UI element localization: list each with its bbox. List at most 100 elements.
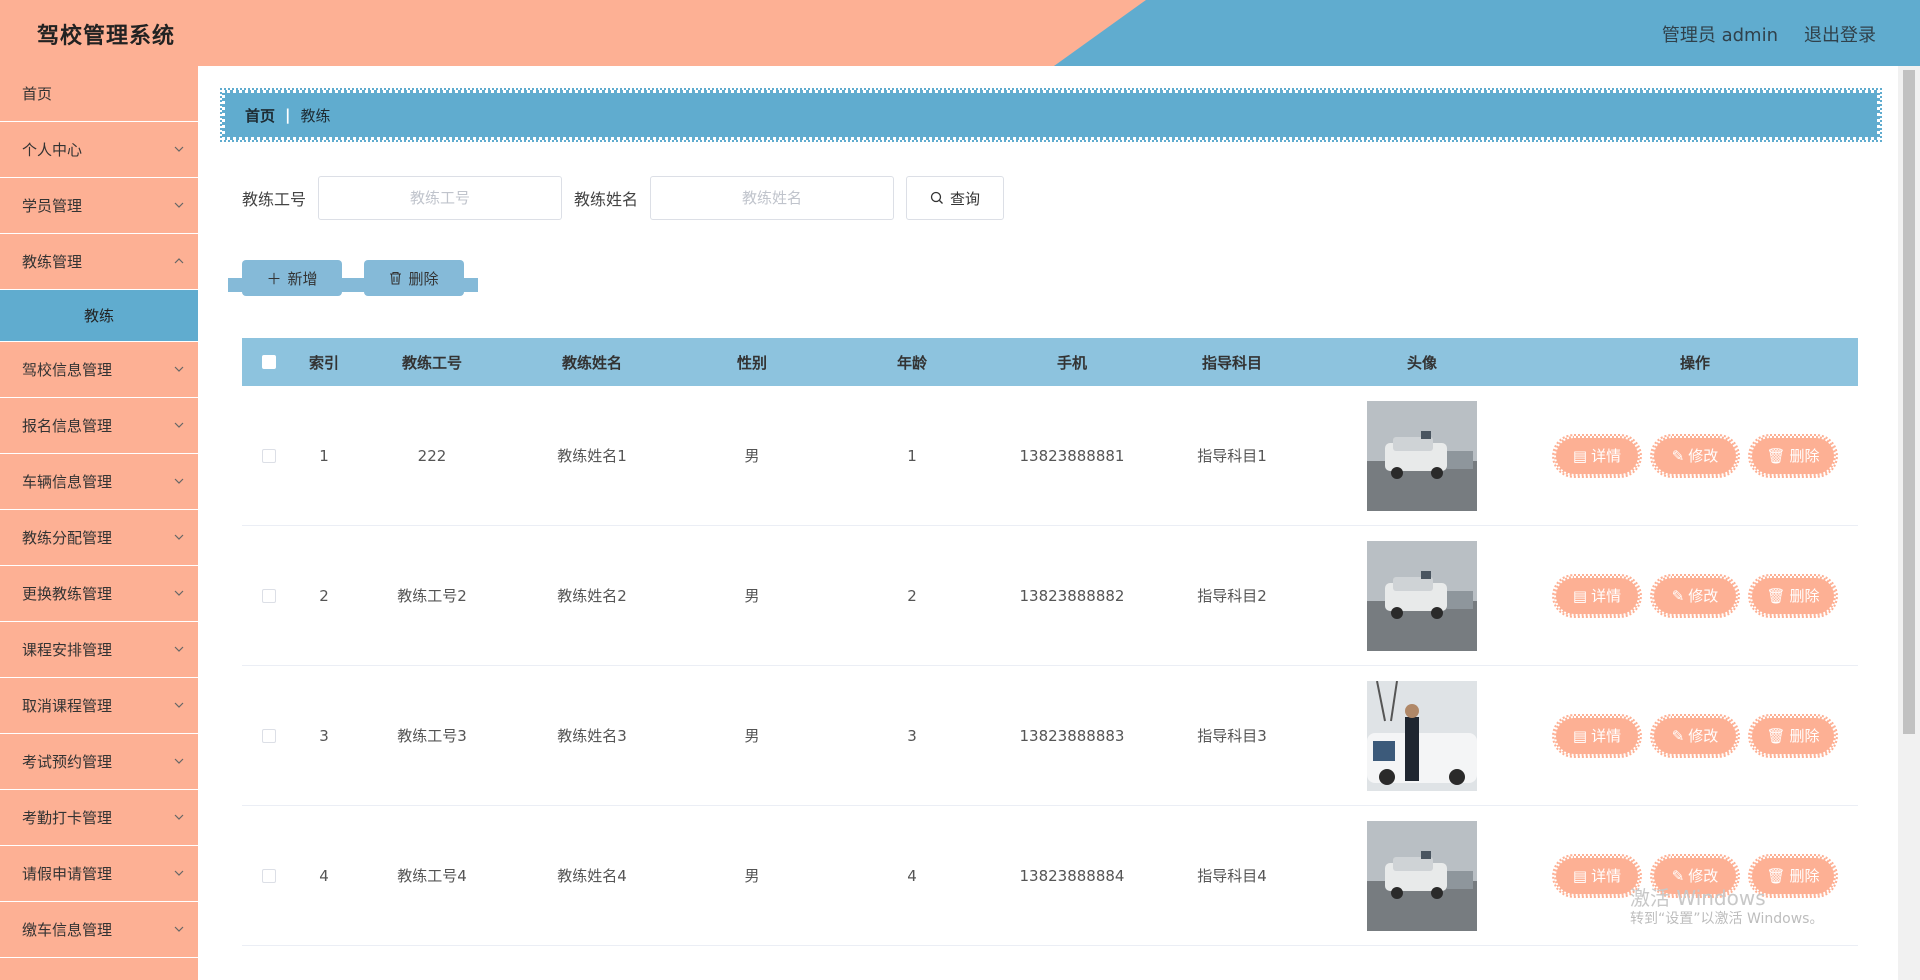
batch-delete-button[interactable]: 删除: [350, 260, 478, 296]
cell-name: 教练姓名3: [557, 727, 627, 745]
breadcrumb-home[interactable]: 首页: [245, 105, 275, 126]
chevron-down-icon: [174, 702, 184, 708]
header-sex: 性别: [736, 353, 767, 372]
coach-no-input[interactable]: [318, 176, 563, 220]
chevron-down-icon: [174, 926, 184, 932]
cell-phone: 13823888881: [1019, 446, 1125, 465]
row-checkbox[interactable]: [262, 448, 276, 463]
coach-table: 索引 教练工号 教练姓名 性别 年龄 手机 指导科目 头像 操作 1 222 教…: [242, 338, 1858, 946]
detail-button[interactable]: ▤ 详情: [1552, 433, 1642, 478]
document-icon: ▤: [1572, 446, 1588, 465]
car-photo[interactable]: [1367, 400, 1477, 511]
chevron-down-icon: [174, 870, 184, 876]
trash-icon: 🗑: [1766, 726, 1786, 745]
edit-button[interactable]: ✎ 修改: [1650, 713, 1740, 758]
document-icon: ▤: [1572, 726, 1588, 745]
delete-button[interactable]: 🗑 删除: [1748, 573, 1838, 618]
sidebar-item-course-schedule[interactable]: 课程安排管理: [0, 622, 198, 678]
sidebar-item-label: 更换教练管理: [22, 585, 113, 603]
chevron-down-icon: [174, 590, 184, 596]
header-user-area: 管理员 admin 退出登录: [1662, 21, 1876, 47]
detail-button-label: 详情: [1591, 587, 1622, 605]
coach-name-input[interactable]: [650, 176, 895, 220]
windows-activation-title: 激活 Windows: [1630, 886, 1766, 910]
chevron-down-icon: [174, 646, 184, 652]
sidebar-item-course-cancel[interactable]: 取消课程管理: [0, 678, 198, 734]
sidebar-item-label: 教练管理: [22, 253, 83, 271]
sidebar-item-school-info[interactable]: 驾校信息管理: [0, 342, 198, 398]
cell-avatar: [1312, 680, 1532, 791]
sidebar-item-coaches[interactable]: 教练管理: [0, 234, 198, 290]
scrollbar-thumb[interactable]: [1903, 70, 1915, 734]
row-checkbox[interactable]: [262, 588, 276, 603]
breadcrumb-separator: |: [285, 106, 291, 124]
cell-subject: 指导科目3: [1197, 727, 1267, 745]
cell-age: 3: [907, 726, 917, 745]
sidebar-item-label: 首页: [22, 85, 53, 103]
logout-link[interactable]: 退出登录: [1804, 21, 1876, 47]
header-subject: 指导科目: [1201, 353, 1262, 372]
delete-button-label: 删除: [1789, 587, 1820, 605]
car-photo[interactable]: [1367, 540, 1477, 651]
sidebar-item-home[interactable]: 首页: [0, 66, 198, 122]
sidebar-item-registration[interactable]: 报名信息管理: [0, 398, 198, 454]
cell-age: 2: [907, 586, 917, 605]
row-checkbox-cell: [242, 868, 296, 883]
header-no: 教练工号: [401, 353, 462, 372]
cell-no: 教练工号3: [397, 727, 467, 745]
sidebar-item-attendance[interactable]: 考勤打卡管理: [0, 790, 198, 846]
sidebar-item-vehicles[interactable]: 车辆信息管理: [0, 454, 198, 510]
cell-sex: 男: [744, 727, 760, 745]
cell-phone: 13823888882: [1019, 586, 1125, 605]
add-button[interactable]: ＋ 新增: [228, 260, 356, 296]
sidebar-item-exam-booking[interactable]: 考试预约管理: [0, 734, 198, 790]
sidebar-item-label: 考试预约管理: [22, 753, 113, 771]
page-scrollbar[interactable]: [1898, 66, 1920, 980]
sidebar-item-label: 请假申请管理: [22, 865, 113, 883]
detail-button[interactable]: ▤ 详情: [1552, 573, 1642, 618]
delete-button[interactable]: 🗑 删除: [1748, 433, 1838, 478]
select-all-checkbox[interactable]: [262, 355, 276, 369]
edit-button-label: 修改: [1688, 447, 1719, 465]
detail-button-label: 详情: [1591, 447, 1622, 465]
cell-index: 1: [319, 446, 329, 465]
sidebar-item-coach-change[interactable]: 更换教练管理: [0, 566, 198, 622]
coach-photo[interactable]: [1367, 680, 1477, 791]
cell-no: 教练工号2: [397, 587, 467, 605]
user-label[interactable]: 管理员 admin: [1662, 21, 1778, 47]
pencil-icon: ✎: [1671, 726, 1685, 745]
row-checkbox-cell: [242, 588, 296, 603]
cell-name: 教练姓名2: [557, 587, 627, 605]
delete-button-label: 删除: [1789, 867, 1820, 885]
detail-button-label: 详情: [1591, 867, 1622, 885]
sidebar-subitem-coach[interactable]: 教练: [0, 290, 198, 342]
detail-button[interactable]: ▤ 详情: [1552, 853, 1642, 898]
cell-no: 222: [417, 446, 447, 465]
edit-button-label: 修改: [1688, 727, 1719, 745]
chevron-down-icon: [174, 758, 184, 764]
sidebar-item-personal-center[interactable]: 个人中心: [0, 122, 198, 178]
sidebar-item-leave[interactable]: 请假申请管理: [0, 846, 198, 902]
row-checkbox[interactable]: [262, 868, 276, 883]
header-left-band: [0, 0, 1146, 66]
header-age: 年龄: [896, 353, 927, 372]
breadcrumb-current: 教练: [300, 106, 331, 125]
delete-button[interactable]: 🗑 删除: [1748, 713, 1838, 758]
query-button[interactable]: 查询: [906, 176, 1005, 220]
detail-button[interactable]: ▤ 详情: [1552, 713, 1642, 758]
sidebar-item-students[interactable]: 学员管理: [0, 178, 198, 234]
cell-phone: 13823888884: [1019, 866, 1125, 885]
sidebar-item-coach-assign[interactable]: 教练分配管理: [0, 510, 198, 566]
batch-delete-button-label: 删除: [408, 269, 439, 288]
sidebar-item-car-payment[interactable]: 缴车信息管理: [0, 902, 198, 958]
row-checkbox-cell: [242, 728, 296, 743]
cell-avatar: [1312, 400, 1532, 511]
car-photo[interactable]: [1367, 820, 1477, 931]
delete-button-label: 删除: [1789, 447, 1820, 465]
query-button-label: 查询: [950, 189, 981, 208]
edit-button[interactable]: ✎ 修改: [1650, 433, 1740, 478]
table-row: 3 教练工号3 教练姓名3 男 3 13823888883 指导科目3 ▤ 详情 …: [242, 666, 1858, 806]
edit-button[interactable]: ✎ 修改: [1650, 573, 1740, 618]
cell-sex: 男: [744, 867, 760, 885]
row-checkbox[interactable]: [262, 728, 276, 743]
